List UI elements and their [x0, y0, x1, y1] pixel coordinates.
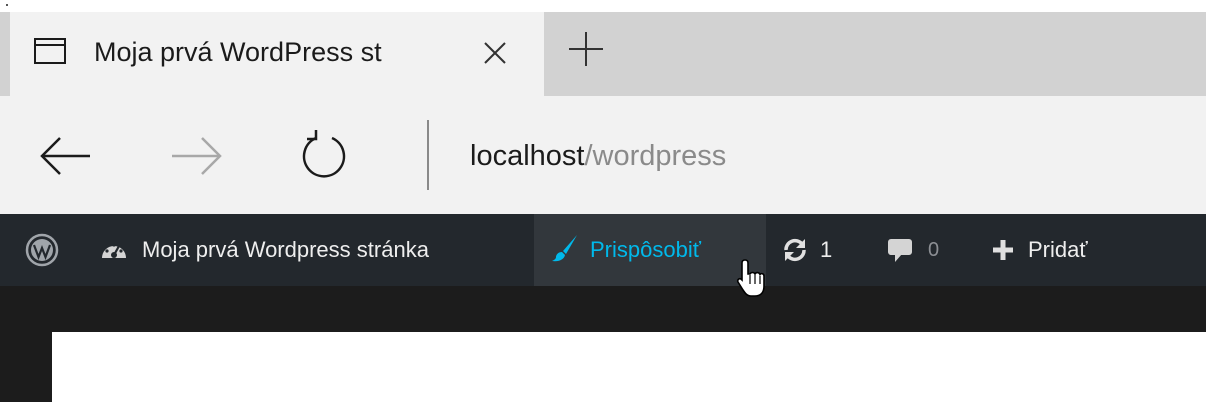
refresh-icon [302, 130, 346, 178]
arrow-right-icon [172, 137, 222, 175]
address-divider [427, 120, 429, 190]
wordpress-logo-icon [25, 233, 59, 267]
page-icon [34, 38, 66, 64]
new-content-menu[interactable]: Pridať [990, 214, 1088, 286]
page-content [52, 332, 1206, 402]
wordpress-menu[interactable] [14, 214, 70, 286]
customize-link[interactable]: Prispôsobiť [534, 214, 766, 286]
back-button[interactable] [36, 126, 96, 186]
updates-link[interactable]: 1 [778, 214, 832, 286]
new-label: Pridať [1028, 237, 1088, 262]
site-name-menu[interactable]: Moja prvá Wordpress stránka [88, 214, 429, 286]
site-name: Moja prvá Wordpress stránka [142, 237, 429, 262]
url-path: /wordpress [584, 140, 727, 172]
screen-artifact [6, 4, 8, 6]
close-icon[interactable] [482, 40, 508, 66]
arrow-left-icon [40, 137, 90, 175]
url-host: localhost [470, 140, 585, 172]
forward-button[interactable] [166, 126, 226, 186]
browser-tab[interactable]: Moja prvá WordPress st [10, 12, 544, 96]
refresh-button[interactable] [294, 126, 354, 186]
comments-count: 0 [928, 238, 940, 261]
address-bar: localhost/wordpress [0, 96, 1206, 214]
tab-title: Moja prvá WordPress st [94, 37, 382, 67]
plus-icon [993, 240, 1013, 260]
new-tab-button[interactable] [563, 26, 609, 72]
plus-icon [569, 32, 603, 66]
comment-icon [888, 239, 912, 262]
updates-count: 1 [820, 237, 833, 262]
wp-admin-bar: Moja prvá Wordpress stránka Prispôsobiť … [0, 214, 1206, 286]
address-input[interactable]: localhost/wordpress [470, 138, 726, 174]
updates-icon [784, 238, 806, 262]
customize-label: Prispôsobiť [590, 237, 701, 262]
dashboard-icon [102, 243, 126, 258]
paintbrush-icon [550, 233, 580, 268]
comments-link[interactable]: 0 [884, 214, 939, 286]
screen: Moja prvá WordPress st localhost/wordpre… [0, 0, 1206, 402]
